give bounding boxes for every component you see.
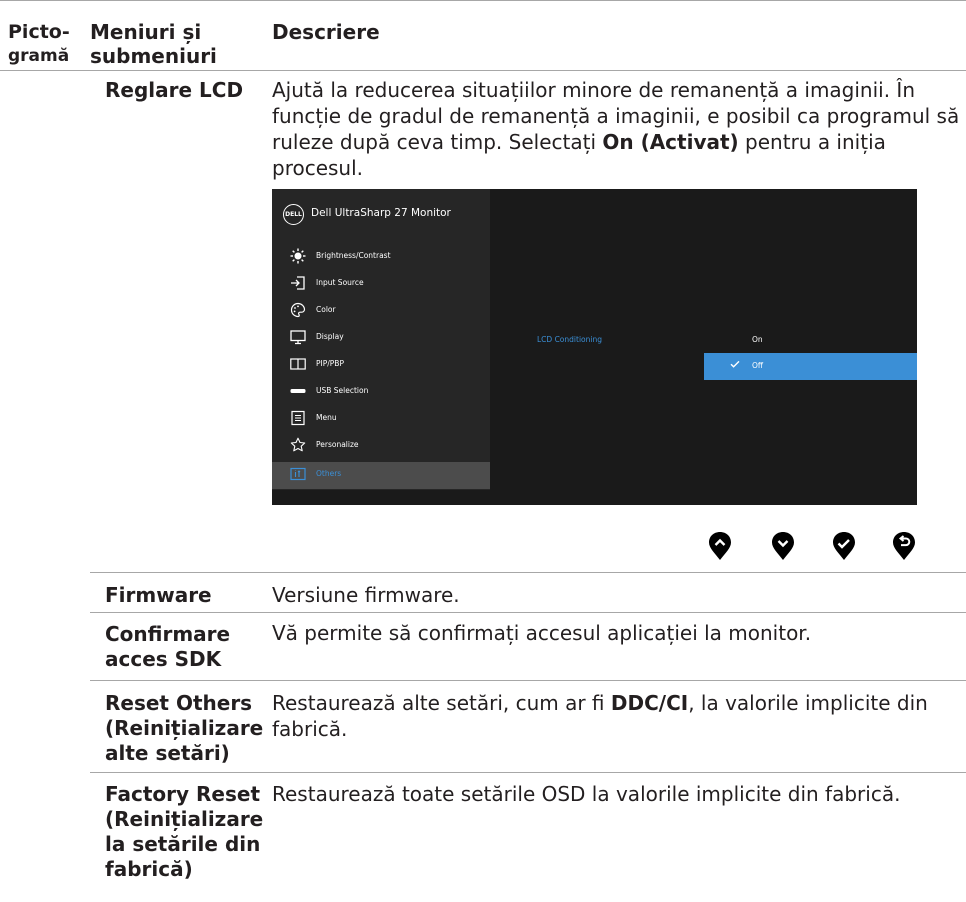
col-header-desc: Descriere (272, 20, 380, 44)
col-header-menu: Meniuri și submeniuri (90, 20, 217, 68)
row-name-reset-others: Reset Others (Reinițializare alte setări… (105, 691, 264, 765)
top-rule (0, 0, 966, 1)
usb-icon (290, 389, 306, 393)
osd-title: Dell UltraSharp 27 Monitor (311, 207, 451, 219)
pip-pbp-icon (290, 358, 306, 370)
row-name-sdk: Confirmare acces SDK (105, 622, 231, 671)
divider-factory-reset-top (90, 772, 966, 773)
osd-item-others[interactable]: Others (272, 462, 490, 489)
down-arrow-icon (772, 532, 794, 560)
row-desc-lcd: Ajută la reducerea situațiilor minore de… (272, 78, 960, 180)
osd-item-display[interactable]: Display (272, 325, 490, 352)
menu-icon (291, 410, 305, 426)
divider-firmware-top (90, 572, 966, 573)
color-palette-icon (290, 302, 306, 318)
osd-item-color[interactable]: Color (272, 298, 490, 325)
row-desc-firmware: Versiune firmware. (272, 583, 460, 607)
osd-option-label: LCD Conditioning (537, 335, 602, 344)
check-icon (730, 360, 740, 368)
row-desc-reset-others: Restaurează alte setări, cum ar fi DDC/C… (272, 691, 928, 741)
osd-item-input-source[interactable]: Input Source (272, 271, 490, 298)
back-icon (893, 532, 915, 560)
row-desc-sdk: Vă permite să confirmați accesul aplicaț… (272, 621, 812, 645)
input-source-icon (291, 276, 305, 290)
star-icon (290, 437, 306, 452)
row-name-lcd: Reglare LCD (105, 78, 244, 102)
row-name-firmware: Firmware (105, 583, 212, 607)
others-icon (290, 467, 306, 481)
osd-item-brightness[interactable]: Brightness/Contrast (272, 244, 490, 271)
col-header-icon: Picto- gramă (8, 21, 70, 66)
row-name-factory-reset: Factory Reset (Reinițializare la setăril… (105, 782, 264, 881)
osd-item-personalize[interactable]: Personalize (272, 433, 490, 460)
osd-option-off[interactable]: Off (704, 353, 917, 380)
brightness-icon (290, 248, 306, 264)
divider-reset-others-top (90, 680, 966, 681)
osd-bottom-strip (272, 490, 490, 505)
osd-option-on[interactable]: On (752, 334, 763, 346)
osd-item-menu[interactable]: Menu (272, 406, 490, 433)
up-arrow-icon (709, 532, 731, 560)
divider-sdk-top (90, 612, 966, 613)
osd-item-usb[interactable]: USB Selection (272, 379, 490, 406)
row-desc-factory-reset: Restaurează toate setările OSD la valori… (272, 782, 901, 806)
check-button-icon (833, 532, 855, 560)
osd-item-pip-pbp[interactable]: PIP/PBP (272, 352, 490, 379)
display-icon (290, 330, 306, 345)
osd-menu-screenshot: DELL Dell UltraSharp 27 Monitor Brightne… (272, 189, 917, 505)
header-rule (0, 70, 966, 71)
dell-logo: DELL (283, 204, 304, 225)
